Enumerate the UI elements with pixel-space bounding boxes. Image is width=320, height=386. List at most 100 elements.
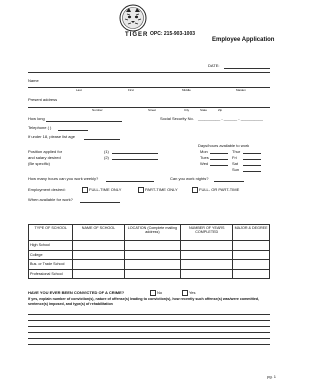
address-sub-zip: Zip: [218, 108, 223, 112]
table-cell[interactable]: [123, 240, 182, 251]
row-label-professional-school: Professional School: [27, 268, 74, 279]
position-field-1[interactable]: [112, 153, 158, 154]
col-years-completed: NUMBER OF YEARS COMPLETED: [180, 224, 234, 241]
option-full-time[interactable]: FULL-TIME ONLY: [82, 187, 121, 193]
under18-field[interactable]: [84, 139, 120, 140]
date-field[interactable]: [224, 68, 270, 69]
table-row: High School: [27, 240, 270, 251]
ssn-label: Social Security No.: [160, 116, 194, 121]
employment-desired-label: Employment desired:: [28, 187, 66, 192]
table-cell[interactable]: [180, 259, 234, 270]
day-sun-field[interactable]: [243, 171, 261, 172]
table-cell[interactable]: [72, 240, 125, 251]
nights-field[interactable]: [214, 181, 244, 182]
telephone-label: Telephone ( ): [28, 125, 52, 130]
address-sub-state: State: [200, 108, 208, 112]
table-cell[interactable]: [232, 268, 270, 279]
address-sub-street: Street: [148, 108, 157, 112]
table-cell[interactable]: [72, 259, 125, 270]
table-cell[interactable]: [180, 249, 234, 260]
when-available-field[interactable]: [80, 202, 120, 203]
name-field[interactable]: [28, 87, 270, 88]
table-row: Professional School: [27, 268, 270, 279]
col-name-of-school: NAME OF SCHOOL: [72, 224, 125, 241]
table-cell[interactable]: [232, 240, 270, 251]
address-sub-city: City: [184, 108, 190, 112]
day-mon-field[interactable]: [210, 153, 228, 154]
day-fri-field[interactable]: [243, 159, 261, 160]
crime-yes-option[interactable]: Yes: [182, 290, 196, 296]
full-time-checkbox[interactable]: [82, 187, 88, 193]
name-sub-first: First: [128, 88, 134, 92]
hours-weekly-field[interactable]: [106, 181, 154, 182]
name-label: Name: [28, 78, 39, 83]
position-line2: and salary desired: [28, 155, 61, 160]
day-thur-field[interactable]: [243, 153, 261, 154]
day-wed-field[interactable]: [210, 165, 228, 166]
crime-no-label: No: [157, 290, 163, 296]
table-cell[interactable]: [72, 268, 125, 279]
table-cell[interactable]: [123, 249, 182, 260]
row-label-college: College: [27, 249, 74, 260]
tiger-logo: TIGER: [118, 2, 148, 44]
table-cell[interactable]: [180, 240, 234, 251]
opc-phone: OPC: 215-903-1003: [150, 31, 196, 37]
table-row: Bus. or Trade School: [27, 259, 270, 270]
address-label: Present address: [28, 97, 58, 102]
explain-line[interactable]: [28, 338, 270, 339]
telephone-field[interactable]: [58, 130, 88, 131]
position-opt2: (2): [104, 155, 109, 160]
name-sub-middle: Middle: [182, 88, 191, 92]
table-cell[interactable]: [232, 259, 270, 270]
table-cell[interactable]: [123, 268, 182, 279]
how-long-label: How long: [28, 116, 45, 121]
full-time-label: FULL-TIME ONLY: [89, 187, 122, 193]
explain-line[interactable]: [28, 344, 270, 345]
part-time-checkbox[interactable]: [138, 187, 144, 193]
day-sat-field[interactable]: [243, 165, 261, 166]
ssn-field[interactable]: __________ - ______ - __________: [198, 116, 263, 121]
col-location: LOCATION (Complete mailing address): [123, 224, 182, 241]
crime-yes-checkbox[interactable]: [182, 290, 188, 296]
crime-no-checkbox[interactable]: [150, 290, 156, 296]
day-thur: Thur: [232, 149, 241, 154]
divider: [28, 72, 270, 73]
page-title: Employee Application: [212, 37, 275, 43]
explain-line[interactable]: [28, 326, 270, 327]
row-label-high-school: High School: [27, 240, 74, 251]
how-long-field[interactable]: [46, 121, 122, 122]
date-label: DATE:: [208, 63, 220, 68]
crime-question: HAVE YOU EVER BEEN CONVICTED OF A CRIME?: [28, 290, 125, 295]
day-fri: Fri: [232, 155, 237, 160]
position-opt1: (1): [104, 149, 109, 154]
name-sub-maiden: Maiden: [236, 88, 246, 92]
day-mon: Mon: [200, 149, 208, 154]
full-or-part-label: FULL- OR PART-TIME: [199, 187, 240, 193]
table-cell[interactable]: [123, 259, 182, 270]
table-cell[interactable]: [72, 249, 125, 260]
option-part-time[interactable]: PART-TIME ONLY: [138, 187, 178, 193]
position-line3: (Be specific): [28, 161, 51, 166]
day-wed: Wed: [200, 161, 209, 166]
explain-line[interactable]: [28, 314, 270, 315]
day-tues: Tues: [200, 155, 209, 160]
day-sat: Sat: [232, 161, 239, 166]
day-tues-field[interactable]: [210, 159, 228, 160]
explain-line[interactable]: [28, 320, 270, 321]
col-type-of-school: TYPE OF SCHOOL: [27, 224, 74, 241]
crime-yes-label: Yes: [189, 290, 196, 296]
position-field-2[interactable]: [112, 159, 158, 160]
option-full-or-part[interactable]: FULL- OR PART-TIME: [192, 187, 239, 193]
table-row: College: [27, 249, 270, 260]
page-number: pg. 1: [267, 374, 276, 379]
table-cell[interactable]: [232, 249, 270, 260]
logo-text: TIGER: [125, 32, 149, 38]
crime-no-option[interactable]: No: [150, 290, 162, 296]
day-sun: Sun: [232, 167, 240, 172]
table-cell[interactable]: [180, 268, 234, 279]
nights-label: Can you work nights?: [170, 176, 209, 181]
explain-line[interactable]: [28, 332, 270, 333]
address-sub-number: Number: [92, 108, 103, 112]
part-time-label: PART-TIME ONLY: [145, 187, 178, 193]
full-or-part-checkbox[interactable]: [192, 187, 198, 193]
